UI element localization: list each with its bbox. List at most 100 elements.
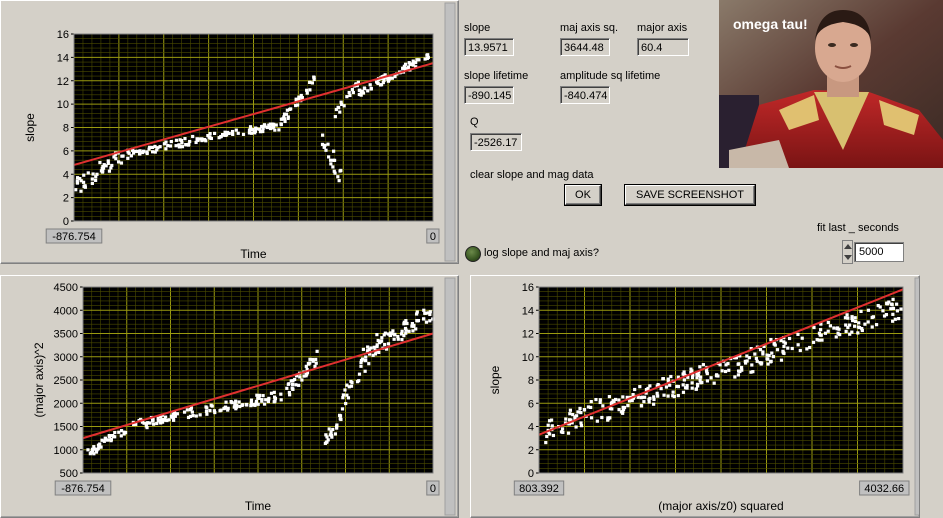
data-point: [881, 309, 885, 313]
data-point: [273, 397, 277, 401]
major-axis-indicator: 60.4: [637, 38, 689, 56]
data-point: [805, 347, 809, 351]
data-point: [279, 117, 283, 121]
data-point: [345, 95, 349, 99]
data-point: [652, 397, 656, 402]
data-point: [594, 397, 598, 402]
data-point: [224, 400, 228, 404]
data-point: [114, 157, 118, 161]
data-point: [343, 388, 347, 392]
data-point: [366, 89, 370, 93]
data-point: [235, 403, 239, 407]
data-point: [630, 398, 634, 403]
maj-axis-sq-indicator: 3644.48: [560, 38, 610, 56]
data-point: [716, 374, 720, 378]
data-point: [169, 139, 173, 144]
save-screenshot-button[interactable]: SAVE SCREENSHOT: [625, 185, 755, 205]
data-point: [695, 376, 699, 380]
data-point: [265, 125, 269, 130]
data-point: [287, 382, 291, 386]
data-point: [811, 340, 816, 344]
data-point: [191, 134, 195, 139]
data-point: [310, 81, 315, 85]
data-point: [859, 309, 863, 313]
data-point: [312, 77, 316, 82]
data-point: [262, 402, 267, 406]
data-point: [145, 151, 149, 156]
data-point: [150, 145, 155, 150]
slope-lifetime-label: slope lifetime: [464, 70, 529, 82]
data-point: [305, 91, 309, 95]
data-point: [701, 363, 705, 367]
data-point: [103, 437, 108, 441]
data-point: [648, 384, 652, 388]
data-point: [891, 319, 895, 323]
x-tick-label: 0: [430, 231, 436, 243]
data-point: [227, 131, 231, 136]
data-point: [290, 386, 294, 390]
data-point: [738, 369, 742, 374]
majaxis-vs-time-graph[interactable]: 500 1000 1500 2000 2500 3000 3500 4000 4500 -876.…: [0, 275, 459, 518]
data-point: [331, 165, 335, 169]
data-point: [305, 88, 309, 92]
data-point: [361, 347, 365, 351]
data-point: [850, 330, 854, 334]
data-point: [826, 329, 830, 333]
data-point: [672, 394, 676, 399]
x-axis-label: Time: [245, 499, 272, 513]
increment-arrow-icon[interactable]: [844, 244, 852, 249]
data-point: [252, 402, 257, 407]
data-point: [145, 426, 149, 430]
data-point: [357, 88, 361, 92]
ok-button[interactable]: OK: [565, 185, 601, 205]
data-point: [198, 413, 202, 417]
amplitude-sq-lifetime-indicator: -840.474: [560, 86, 610, 104]
log-slope-label: log slope and maj axis?: [484, 247, 599, 259]
data-point: [158, 145, 162, 149]
log-slope-led[interactable]: [465, 246, 481, 262]
data-point: [248, 128, 253, 132]
data-point: [339, 168, 343, 173]
data-point: [412, 61, 416, 65]
data-point: [326, 142, 330, 146]
decrement-arrow-icon[interactable]: [844, 255, 852, 260]
data-point: [577, 410, 582, 414]
data-point: [218, 409, 222, 413]
slope-vs-majaxis-graph[interactable]: 0 2 4 6 8 10 12 14 16 803.392 4032.66 (major axis/z…: [470, 275, 920, 518]
majaxis-vs-time-chart: 500 1000 1500 2000 2500 3000 3500 4000 4500 -876.…: [32, 277, 456, 516]
y-tick-label: 6: [63, 146, 69, 158]
data-point: [279, 122, 283, 127]
data-point: [204, 405, 208, 409]
y-axis-label: slope: [23, 113, 37, 142]
data-point: [331, 427, 335, 432]
data-point: [723, 369, 728, 374]
data-point: [208, 131, 212, 136]
amplitude-sq-lifetime-label: amplitude sq lifetime: [560, 70, 661, 82]
data-point: [551, 433, 556, 438]
data-point: [163, 415, 168, 419]
data-point: [388, 333, 393, 338]
data-point: [566, 431, 571, 435]
fit-seconds-input[interactable]: 5000: [854, 242, 904, 262]
data-point: [782, 344, 786, 349]
fit-seconds-spinner[interactable]: [842, 240, 853, 264]
data-point: [610, 407, 614, 411]
data-point: [357, 372, 362, 376]
data-point: [363, 369, 367, 373]
data-point: [886, 302, 890, 306]
data-point: [253, 129, 258, 133]
data-point: [589, 405, 593, 410]
x-tick-label: 4032.66: [864, 483, 904, 495]
data-point: [333, 115, 337, 119]
data-point: [661, 377, 665, 381]
slope-vs-time-graph[interactable]: 0 2 4 6 8 10 12 14 16 -876.754 0 Time slope: [0, 0, 459, 264]
data-point: [819, 333, 823, 337]
data-point: [621, 405, 625, 409]
data-point: [768, 360, 773, 364]
data-point: [690, 386, 694, 390]
data-point: [147, 147, 151, 151]
y-tick-label: 14: [522, 305, 534, 317]
picture-caption: omega tau!: [733, 16, 808, 32]
data-point: [772, 342, 776, 346]
data-point: [621, 395, 625, 399]
